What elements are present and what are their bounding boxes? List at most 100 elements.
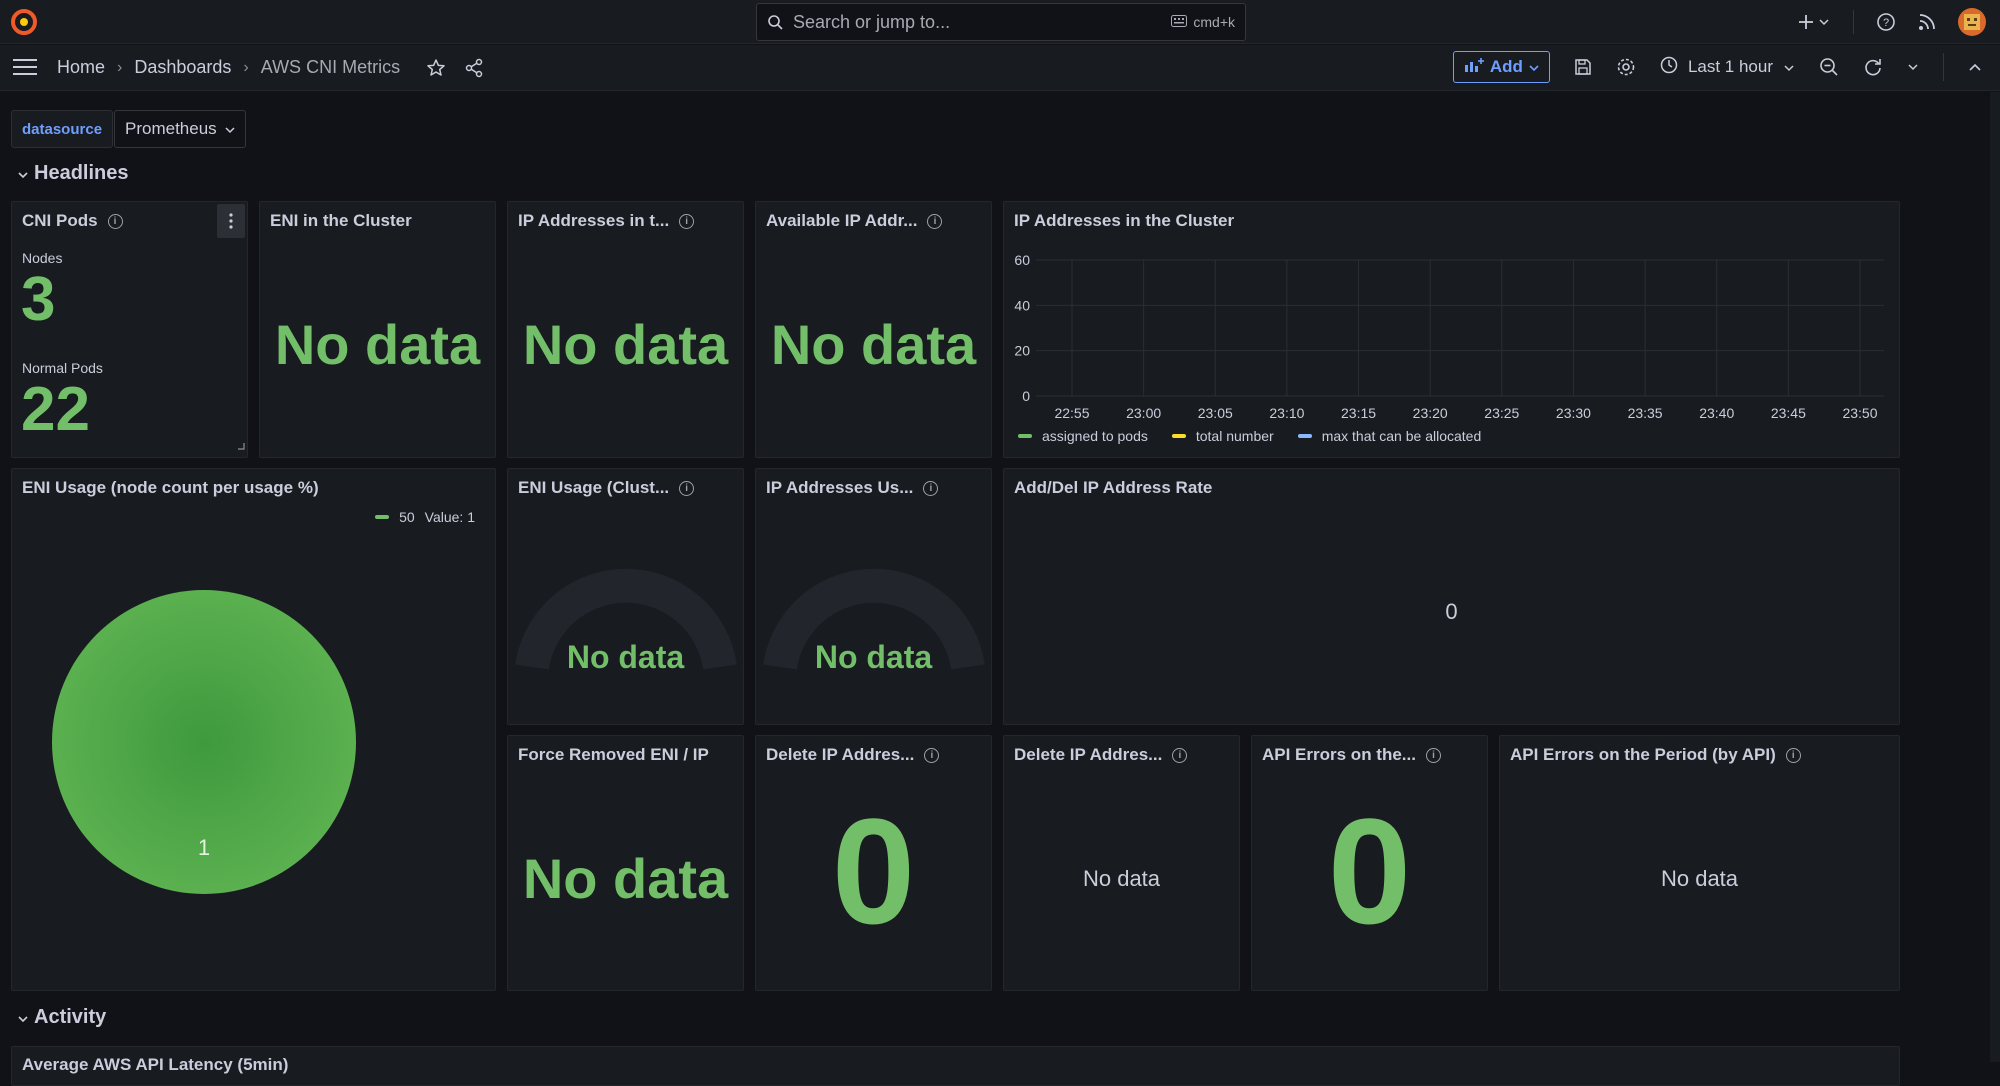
legend-item[interactable]: max that can be allocated [1297, 428, 1481, 444]
resize-handle-icon[interactable] [237, 437, 245, 455]
legend-series-value: Value: 1 [424, 509, 475, 525]
legend-swatch [1018, 434, 1032, 438]
panel-delete-ip-2[interactable]: Delete IP Addres... i No data [1003, 735, 1240, 991]
settings-gear-icon[interactable] [1616, 57, 1636, 77]
refresh-interval-chevron-icon[interactable] [1907, 63, 1919, 71]
x-tick-label: 23:40 [1699, 405, 1734, 421]
breadcrumb-dashboards[interactable]: Dashboards [134, 57, 231, 78]
time-range-picker[interactable]: Last 1 hour [1660, 56, 1795, 79]
new-menu-button[interactable] [1799, 14, 1831, 30]
x-tick-label: 23:05 [1198, 405, 1233, 421]
svg-text:?: ? [1883, 17, 1889, 29]
breadcrumb-home[interactable]: Home [57, 57, 105, 78]
panel-value: No data [770, 313, 977, 376]
panel-title: API Errors on the Period (by API) i [1510, 745, 1801, 765]
search-shortcut: cmd+k [1171, 14, 1235, 30]
scrollbar[interactable] [1990, 92, 2000, 1062]
panel-api-errors-by-api[interactable]: API Errors on the Period (by API) i No d… [1499, 735, 1900, 991]
x-tick-label: 23:45 [1771, 405, 1806, 421]
panel-title-text: Available IP Addr... [766, 211, 918, 230]
grafana-logo-icon[interactable] [10, 8, 38, 36]
breadcrumb: Home › Dashboards › AWS CNI Metrics [57, 57, 484, 78]
panel-title: Force Removed ENI / IP [518, 745, 709, 764]
star-icon[interactable] [426, 58, 446, 78]
panel-value: No data [1660, 866, 1739, 891]
panel-ip-usage-gauge[interactable]: IP Addresses Us... i No data [755, 468, 992, 725]
row-title-text: Headlines [34, 162, 129, 184]
panel-value: No data [1082, 866, 1161, 891]
info-icon[interactable]: i [924, 747, 940, 763]
info-icon[interactable]: i [679, 480, 695, 496]
x-tick-label: 23:00 [1126, 405, 1161, 421]
panel-value: 0 [831, 787, 916, 955]
menu-icon[interactable] [13, 57, 37, 82]
zoom-out-icon[interactable] [1819, 57, 1839, 77]
info-icon[interactable]: i [1172, 747, 1188, 763]
datasource-select[interactable]: Prometheus [114, 110, 246, 148]
pie-legend[interactable]: 50 Value: 1 [375, 509, 475, 525]
chevron-down-icon [18, 162, 28, 185]
panel-value: No data [814, 639, 933, 675]
legend-item[interactable]: total number [1171, 428, 1274, 444]
search-icon [767, 14, 783, 30]
panel-eni-in-cluster[interactable]: ENI in the Cluster No data [259, 201, 496, 458]
row-headlines[interactable]: Headlines [18, 162, 128, 185]
help-icon[interactable]: ? [1876, 12, 1896, 32]
collapse-up-icon[interactable] [1968, 62, 1982, 72]
nodes-value: 3 [21, 265, 56, 334]
dashboard-nav-bar: Home › Dashboards › AWS CNI Metrics Add [0, 45, 2000, 91]
info-icon[interactable]: i [927, 213, 943, 229]
panel-delete-ip-1[interactable]: Delete IP Addres... i 0 [755, 735, 992, 991]
row-activity[interactable]: Activity [18, 1006, 106, 1029]
panel-title: ENI in the Cluster [270, 211, 412, 230]
save-icon[interactable] [1574, 58, 1592, 76]
y-tick-label: 60 [1014, 252, 1030, 268]
panel-value: No data [274, 313, 481, 376]
panel-average-aws-api-latency[interactable]: Average AWS API Latency (5min) [11, 1046, 1900, 1086]
panel-title: Add/Del IP Address Rate [1014, 478, 1213, 497]
add-button[interactable]: Add [1452, 51, 1550, 83]
legend-swatch [375, 515, 390, 519]
panel-title-text: CNI Pods [22, 211, 98, 230]
news-feed-icon[interactable] [1918, 13, 1936, 31]
info-icon[interactable]: i [107, 213, 123, 229]
panel-title: Delete IP Addres... i [1014, 745, 1188, 765]
refresh-icon[interactable] [1863, 57, 1883, 77]
panel-ip-addresses-stat[interactable]: IP Addresses in t... i No data [507, 201, 744, 458]
panel-ip-addresses-chart[interactable]: IP Addresses in the Cluster 0 20 40 60 22:55… [1003, 201, 1900, 458]
row-title-text: Activity [34, 1006, 107, 1028]
clock-icon [1660, 56, 1678, 79]
panel-menu-button[interactable] [217, 204, 245, 238]
add-button-label: Add [1489, 57, 1523, 76]
panel-force-removed[interactable]: Force Removed ENI / IP No data [507, 735, 744, 991]
datasource-select-value: Prometheus [125, 119, 217, 138]
normal-pods-value: 22 [21, 375, 90, 444]
share-icon[interactable] [464, 58, 484, 78]
panel-api-errors[interactable]: API Errors on the... i 0 [1251, 735, 1488, 991]
panel-eni-usage-gauge[interactable]: ENI Usage (Clust... i No data [507, 468, 744, 725]
panel-add-del-ip-rate[interactable]: Add/Del IP Address Rate 0 [1003, 468, 1900, 725]
legend-item[interactable]: assigned to pods [1018, 428, 1148, 444]
panel-available-ip[interactable]: Available IP Addr... i No data [755, 201, 992, 458]
legend-swatch [1171, 434, 1186, 438]
chevron-down-icon [1529, 57, 1539, 77]
info-icon[interactable]: i [1425, 747, 1441, 763]
top-bar: Search or jump to... cmd+k ? [0, 0, 2000, 44]
panel-value: No data [522, 847, 729, 910]
panel-title-text: IP Addresses Us... [766, 478, 914, 497]
search-input[interactable]: Search or jump to... cmd+k [756, 3, 1246, 41]
panel-value: No data [566, 639, 685, 675]
breadcrumb-current: AWS CNI Metrics [260, 57, 401, 77]
x-tick-label: 23:25 [1484, 405, 1519, 421]
x-tick-label: 23:50 [1842, 405, 1877, 421]
panel-eni-usage-pie[interactable]: ENI Usage (node count per usage %) 50 Va… [11, 468, 496, 991]
chevron-right-icon: › [243, 58, 249, 76]
panel-cni-pods[interactable]: CNI Pods i Nodes 3 Normal Pods 22 [11, 201, 248, 458]
user-avatar[interactable] [1958, 8, 1986, 36]
info-icon[interactable]: i [1785, 747, 1801, 763]
variable-label-datasource: datasource [11, 110, 114, 148]
x-tick-label: 22:55 [1054, 405, 1089, 421]
info-icon[interactable]: i [923, 480, 939, 496]
x-tick-label: 23:20 [1413, 405, 1448, 421]
info-icon[interactable]: i [679, 213, 695, 229]
